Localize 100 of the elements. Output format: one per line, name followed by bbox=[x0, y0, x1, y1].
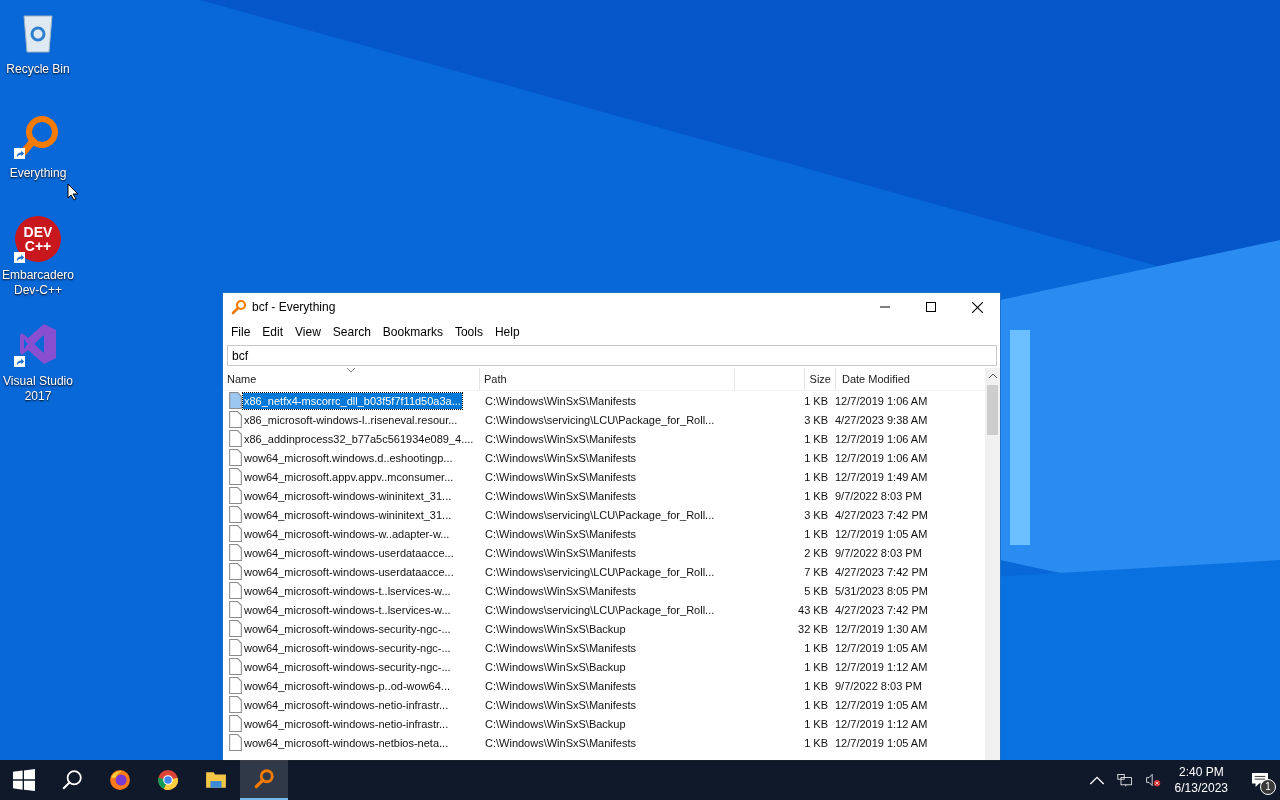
windows-logo-icon[interactable] bbox=[13, 769, 35, 791]
table-cell-text: C:\Windows\WinSxS\Manifests bbox=[485, 527, 637, 540]
table-cell-text: 1 KB bbox=[803, 451, 829, 464]
file-name[interactable]: x86_netfx4-mscorrc_dll_b03f5f7f11d50a3a... bbox=[243, 392, 462, 409]
sort-caret-icon bbox=[347, 368, 355, 372]
table-cell-text: 5/31/2023 8:05 PM bbox=[834, 584, 929, 597]
table-cell-text: 12/7/2019 1:49 AM bbox=[834, 470, 929, 483]
pointer-cursor-icon bbox=[67, 183, 79, 201]
menu-item[interactable]: View bbox=[289, 323, 327, 341]
table-cell-text: 1 KB bbox=[803, 660, 829, 673]
column-header[interactable]: Name bbox=[223, 368, 480, 390]
file-icon bbox=[229, 525, 242, 542]
table-cell-text: 12/7/2019 1:30 AM bbox=[834, 622, 929, 635]
desktop-icon-label[interactable]: Recycle Bin bbox=[6, 62, 70, 77]
table-cell-text: 1 KB bbox=[803, 736, 829, 749]
menu-item[interactable]: Bookmarks bbox=[376, 323, 449, 341]
file-icon bbox=[229, 677, 242, 694]
file-name[interactable]: wow64_microsoft-windows-wininitext_31... bbox=[243, 487, 453, 504]
table-cell-text: 12/7/2019 1:06 AM bbox=[834, 451, 929, 464]
scroll-up-icon[interactable] bbox=[988, 373, 997, 378]
table-cell-text: 4/27/2023 7:42 PM bbox=[834, 603, 929, 616]
file-icon bbox=[229, 411, 242, 428]
menu-item[interactable]: File bbox=[225, 323, 257, 341]
table-cell-text: 12/7/2019 1:05 AM bbox=[834, 641, 929, 654]
table-cell-text: 3 KB bbox=[803, 508, 829, 521]
file-name[interactable]: wow64_microsoft-windows-w..adapter-w... bbox=[243, 525, 451, 542]
file-name[interactable]: wow64_microsoft-windows-t..lservices-w... bbox=[243, 601, 452, 618]
clock-time[interactable]: 2:40 PM bbox=[1178, 764, 1224, 780]
table-cell-text: 2 KB bbox=[803, 546, 829, 559]
table-cell-text: 1 KB bbox=[803, 394, 829, 407]
file-icon bbox=[229, 544, 242, 561]
table-cell-text: C:\Windows\WinSxS\Manifests bbox=[485, 432, 637, 445]
clock-date[interactable]: 6/13/2023 bbox=[1174, 780, 1228, 796]
speaker-muted-icon[interactable] bbox=[1144, 772, 1161, 788]
file-icon bbox=[229, 658, 242, 675]
desktop-icon-label[interactable]: Everything bbox=[9, 166, 67, 181]
file-name[interactable]: wow64_microsoft.windows.d..eshootingp... bbox=[243, 449, 454, 466]
fox-globe-icon[interactable] bbox=[109, 769, 131, 791]
column-header[interactable]: Size bbox=[805, 368, 836, 390]
notification-badge: 1 bbox=[1260, 779, 1276, 795]
table-cell-text: C:\Windows\servicing\LCU\Package_for_Roll... bbox=[485, 508, 716, 521]
table-cell-text: 9/7/2022 8:03 PM bbox=[834, 489, 923, 502]
folder-icon[interactable] bbox=[205, 769, 227, 791]
table-cell-text: 1 KB bbox=[803, 679, 829, 692]
file-name[interactable]: x86_addinprocess32_b77a5c561934e089_4.... bbox=[243, 430, 475, 447]
desktop-icon-label[interactable]: Visual Studio 2017 bbox=[0, 374, 76, 404]
file-name[interactable]: wow64_microsoft.appv.appv..mconsumer... bbox=[243, 468, 455, 485]
file-icon bbox=[229, 468, 242, 485]
table-cell-text: 12/7/2019 1:06 AM bbox=[834, 394, 929, 407]
table-cell-text: 43 KB bbox=[797, 603, 829, 616]
file-name[interactable]: wow64_microsoft-windows-wininitext_31... bbox=[243, 506, 453, 523]
table-cell-text: C:\Windows\WinSxS\Backup bbox=[485, 622, 627, 635]
file-icon bbox=[229, 506, 242, 523]
file-icon bbox=[229, 430, 242, 447]
table-cell-text: 4/27/2023 7:42 PM bbox=[834, 565, 929, 578]
file-name[interactable]: wow64_microsoft-windows-netbios-neta... bbox=[243, 734, 450, 751]
search-field[interactable]: bcf bbox=[227, 345, 997, 366]
file-name[interactable]: wow64_microsoft-windows-security-ngc-... bbox=[243, 620, 452, 637]
file-name[interactable]: wow64_microsoft-windows-security-ngc-... bbox=[243, 658, 452, 675]
chrome-icon[interactable] bbox=[157, 769, 179, 791]
table-cell-text: 7 KB bbox=[803, 565, 829, 578]
file-icon bbox=[229, 734, 242, 751]
desktop-icon-label[interactable]: Embarcadero Dev-C++ bbox=[0, 268, 76, 298]
file-name[interactable]: wow64_microsoft-windows-security-ngc-... bbox=[243, 639, 452, 656]
table-cell-text: C:\Windows\WinSxS\Manifests bbox=[485, 698, 637, 711]
file-name[interactable]: wow64_microsoft-windows-p..od-wow64... bbox=[243, 677, 452, 694]
file-icon bbox=[229, 449, 242, 466]
file-icon bbox=[229, 582, 242, 599]
file-name[interactable]: wow64_microsoft-windows-userdataacce... bbox=[243, 563, 455, 580]
table-cell-text: C:\Windows\WinSxS\Manifests bbox=[485, 489, 637, 502]
table-cell-text: 12/7/2019 1:05 AM bbox=[834, 736, 929, 749]
table-cell-text: 12/7/2019 1:06 AM bbox=[834, 432, 929, 445]
menu-item[interactable]: Help bbox=[488, 323, 526, 341]
file-icon bbox=[229, 487, 242, 504]
search-icon[interactable] bbox=[61, 769, 83, 791]
table-cell-text: 12/7/2019 1:12 AM bbox=[834, 717, 929, 730]
table-cell-text: C:\Windows\WinSxS\Manifests bbox=[485, 679, 637, 692]
table-cell-text: C:\Windows\WinSxS\Manifests bbox=[485, 451, 637, 464]
table-cell-text: C:\Windows\servicing\LCU\Package_for_Roll... bbox=[485, 413, 716, 426]
table-cell-text: 12/7/2019 1:12 AM bbox=[834, 660, 929, 673]
network-icon[interactable] bbox=[1116, 772, 1133, 788]
menu-item[interactable]: Edit bbox=[256, 323, 290, 341]
table-cell-text: 4/27/2023 9:38 AM bbox=[834, 413, 929, 426]
scrollbar[interactable] bbox=[985, 368, 1000, 761]
file-name[interactable]: x86_microsoft-windows-l..riseneval.resour... bbox=[243, 411, 459, 428]
table-cell-text: 1 KB bbox=[803, 527, 829, 540]
menu-item[interactable]: Tools bbox=[448, 323, 489, 341]
magnifier-icon bbox=[231, 299, 247, 315]
file-name[interactable]: wow64_microsoft-windows-netio-infrastr... bbox=[243, 696, 450, 713]
magnifier-icon[interactable] bbox=[253, 768, 275, 790]
file-icon bbox=[229, 563, 242, 580]
file-name[interactable]: wow64_microsoft-windows-t..lservices-w... bbox=[243, 582, 452, 599]
file-name[interactable]: wow64_microsoft-windows-userdataacce... bbox=[243, 544, 455, 561]
file-name[interactable]: wow64_microsoft-windows-netio-infrastr... bbox=[243, 715, 450, 732]
table-cell-text: C:\Windows\WinSxS\Backup bbox=[485, 660, 627, 673]
menu-item[interactable]: Search bbox=[326, 323, 377, 341]
scrollbar-thumb[interactable] bbox=[987, 385, 998, 435]
column-header[interactable]: Path bbox=[480, 368, 735, 390]
file-icon bbox=[229, 639, 242, 656]
table-cell-text: C:\Windows\servicing\LCU\Package_for_Roll... bbox=[485, 603, 716, 616]
